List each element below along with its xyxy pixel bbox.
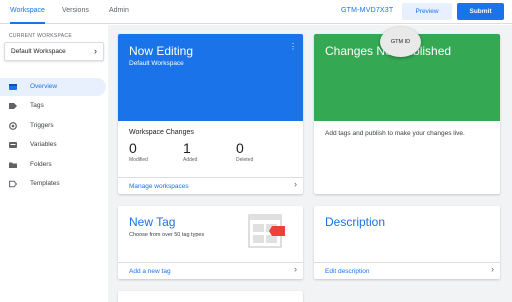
- stat-added: 1 Added: [183, 140, 197, 163]
- workspace-selector-label: Default Workspace: [11, 48, 66, 55]
- description-card[interactable]: Description Edit description ›: [314, 206, 500, 279]
- tab-versions[interactable]: Versions: [62, 0, 89, 24]
- stat-value: 1: [183, 140, 191, 156]
- chevron-right-icon: ›: [94, 46, 97, 56]
- stat-value: 0: [129, 140, 137, 156]
- folder-icon: [9, 162, 17, 168]
- variables-icon: [9, 142, 17, 148]
- sidebar: CURRENT WORKSPACE Default Workspace › Ov…: [0, 25, 108, 302]
- workspace-selector[interactable]: Default Workspace ›: [4, 42, 104, 61]
- stat-modified: 0 Modified: [129, 140, 148, 163]
- overview-icon: [9, 84, 17, 90]
- description-title: Description: [325, 215, 386, 229]
- chevron-right-icon: ›: [491, 264, 494, 274]
- sidebar-item-overview[interactable]: Overview: [0, 78, 106, 96]
- sidebar-item-templates[interactable]: Templates: [0, 175, 106, 193]
- chevron-right-icon: ›: [294, 264, 297, 274]
- edit-description-link[interactable]: Edit description: [325, 268, 369, 275]
- chevron-right-icon: ›: [294, 179, 297, 189]
- sidebar-item-label: Overview: [30, 83, 58, 90]
- top-bar: Workspace Versions Admin GTM-MVD7X3T Pre…: [0, 0, 512, 24]
- manage-workspaces-link[interactable]: Manage workspaces: [129, 183, 189, 190]
- container-id[interactable]: GTM-MVD7X3T: [341, 7, 393, 14]
- now-editing-header: Now Editing Default Workspace ⋮: [118, 34, 303, 121]
- more-vert-icon[interactable]: ⋮: [289, 42, 297, 51]
- bottom-card-partial: [118, 291, 303, 302]
- sidebar-item-folders[interactable]: Folders: [0, 156, 106, 174]
- changes-body: Add tags and publish to make your change…: [325, 130, 465, 137]
- tag-illustration-icon: [248, 214, 285, 248]
- sidebar-item-tags[interactable]: Tags: [0, 97, 106, 115]
- preview-button[interactable]: Preview: [402, 3, 452, 20]
- now-editing-card: Now Editing Default Workspace ⋮ Workspac…: [118, 34, 303, 194]
- sidebar-item-label: Templates: [30, 180, 60, 187]
- trigger-icon: [9, 122, 17, 130]
- tab-workspace[interactable]: Workspace: [10, 0, 45, 24]
- new-tag-title: New Tag: [129, 215, 176, 229]
- now-editing-workspace: Default Workspace: [129, 60, 184, 67]
- new-tag-subtitle: Choose from over 50 tag types: [129, 232, 205, 238]
- sidebar-item-label: Variables: [30, 141, 57, 148]
- stat-label: Deleted: [236, 157, 254, 163]
- template-icon: [9, 180, 17, 188]
- edit-description-row[interactable]: Edit description ›: [314, 262, 500, 279]
- now-editing-title: Now Editing: [129, 44, 194, 58]
- workspace-changes-title: Workspace Changes: [129, 129, 194, 136]
- sidebar-item-label: Tags: [30, 102, 44, 109]
- tab-admin[interactable]: Admin: [109, 0, 129, 24]
- changes-card: Changes Not Published Add tags and publi…: [314, 34, 500, 194]
- add-new-tag-row[interactable]: Add a new tag ›: [118, 262, 303, 279]
- gtm-id-tooltip: GTM ID: [380, 27, 421, 57]
- manage-workspaces-row[interactable]: Manage workspaces ›: [118, 177, 303, 194]
- sidebar-item-label: Triggers: [30, 122, 54, 129]
- tag-icon: [9, 103, 17, 109]
- add-new-tag-link[interactable]: Add a new tag: [129, 268, 171, 275]
- submit-button[interactable]: Submit: [457, 3, 504, 20]
- stat-label: Modified: [129, 157, 148, 163]
- sidebar-item-triggers[interactable]: Triggers: [0, 117, 106, 135]
- current-workspace-label: CURRENT WORKSPACE: [9, 33, 72, 39]
- main-content: Now Editing Default Workspace ⋮ Workspac…: [108, 25, 512, 302]
- stat-label: Added: [183, 157, 198, 163]
- new-tag-card[interactable]: New Tag Choose from over 50 tag types Ad…: [118, 206, 303, 279]
- stat-value: 0: [236, 140, 244, 156]
- sidebar-item-variables[interactable]: Variables: [0, 136, 106, 154]
- sidebar-item-label: Folders: [30, 161, 52, 168]
- stat-deleted: 0 Deleted: [236, 140, 253, 163]
